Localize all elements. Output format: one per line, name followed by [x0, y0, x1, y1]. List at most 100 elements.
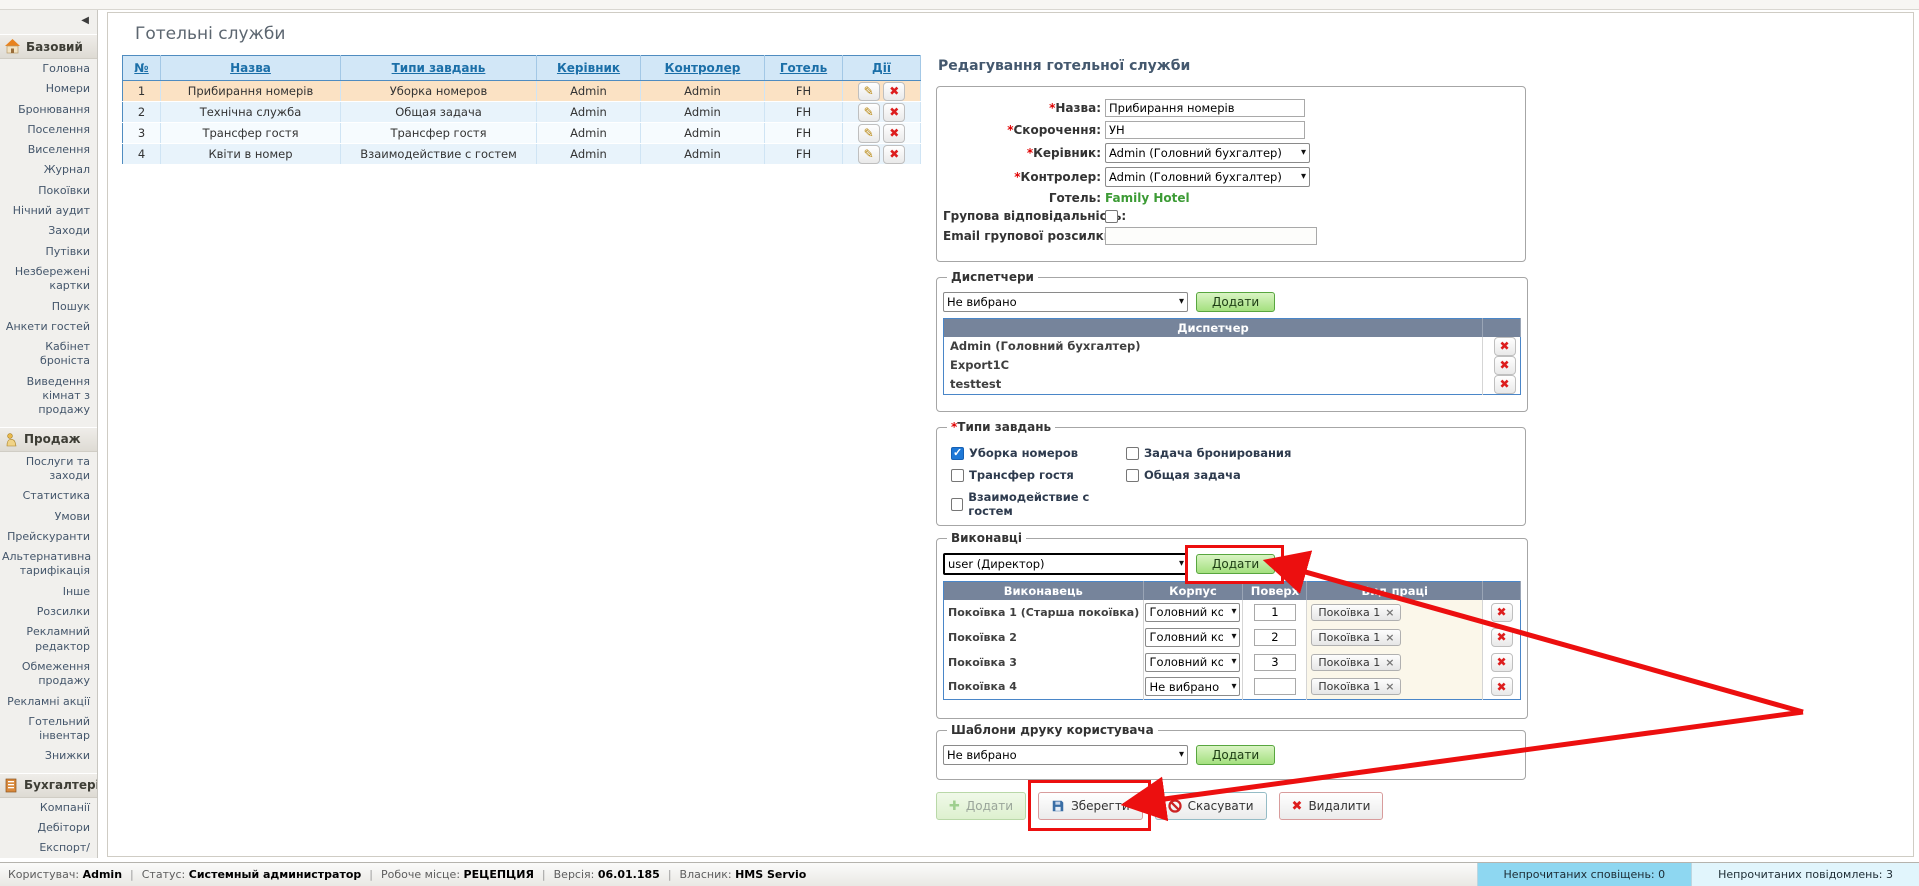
- sidebar-item-eksport-import[interactable]: Експорт/Імпорт рахунків: [0, 838, 97, 858]
- cancel-button[interactable]: Скасувати: [1155, 792, 1267, 820]
- sidebar-item-zakhody[interactable]: Заходи: [0, 221, 97, 241]
- sidebar-item-kabinet-bronista[interactable]: Кабінет броніста: [0, 337, 97, 372]
- sidebar-item-poslugy[interactable]: Послуги та заходи: [0, 452, 97, 487]
- sidebar-item-vyselennya[interactable]: Виселення: [0, 140, 97, 160]
- sidebar-item-bronyuvannya[interactable]: Бронювання: [0, 100, 97, 120]
- dispatcher-row[interactable]: Admin (Головний бухгалтер)✖: [944, 337, 1521, 356]
- dispatcher-row[interactable]: Export1C✖: [944, 356, 1521, 375]
- delete-icon[interactable]: ✖: [883, 103, 905, 122]
- delete-icon[interactable]: ✖: [883, 82, 905, 101]
- executor-select[interactable]: user (Директор): [943, 553, 1188, 575]
- sidebar-item-nichnyi-audyt[interactable]: Нічний аудит: [0, 201, 97, 221]
- sidebar-item-ankety-gostei[interactable]: Анкети гостей: [0, 317, 97, 337]
- sidebar-item-poselennya[interactable]: Поселення: [0, 120, 97, 140]
- delete-dispatcher-icon[interactable]: ✖: [1494, 337, 1516, 356]
- floor-field[interactable]: [1254, 604, 1296, 621]
- sidebar-item-pokoivky[interactable]: Покоївки: [0, 181, 97, 201]
- work-type-chip[interactable]: Покоївка 1×: [1311, 629, 1401, 646]
- floor-field[interactable]: [1254, 629, 1296, 646]
- unread-messages-badge[interactable]: Непрочитаних повідомлень: 3: [1691, 863, 1919, 886]
- sidebar-item-nomery[interactable]: Номери: [0, 79, 97, 99]
- sidebar-section-basic[interactable]: Базовий: [0, 34, 97, 59]
- corpus-select[interactable]: Головний корпус: [1145, 653, 1240, 672]
- sidebar-section-accounting[interactable]: Бухгалтерія: [0, 773, 97, 798]
- task-type-checkbox[interactable]: [951, 469, 964, 482]
- table-row[interactable]: 3 Трансфер гостя Трансфер гостя Admin Ad…: [123, 123, 921, 144]
- add-dispatcher-button[interactable]: Додати: [1196, 292, 1275, 312]
- sidebar-item-alt-taryfikatsiya[interactable]: Альтернативна тарифікація: [0, 547, 97, 582]
- controller-select[interactable]: Admin (Головний бухгалтер): [1105, 167, 1310, 187]
- sidebar-item-reklamni-aktsii[interactable]: Рекламні акції: [0, 692, 97, 712]
- save-button[interactable]: Зберегти: [1038, 792, 1143, 820]
- dispatcher-select[interactable]: Не вибрано: [943, 292, 1188, 312]
- corpus-select[interactable]: Не вибрано: [1145, 677, 1240, 696]
- unread-notifications-badge[interactable]: Непрочитаних сповіщень: 0: [1477, 863, 1692, 886]
- delete-executor-icon[interactable]: ✖: [1491, 677, 1513, 696]
- group-responsibility-checkbox[interactable]: [1105, 210, 1118, 223]
- sidebar-item-zhurnal[interactable]: Журнал: [0, 160, 97, 180]
- table-row[interactable]: 1 Прибирання номерів Уборка номеров Admi…: [123, 81, 921, 102]
- col-header-name[interactable]: Назва: [161, 56, 341, 81]
- sidebar-item-rozsylky[interactable]: Розсилки: [0, 602, 97, 622]
- abbreviation-field[interactable]: [1105, 121, 1305, 139]
- task-type-checkbox[interactable]: [951, 498, 963, 511]
- add-print-template-button[interactable]: Додати: [1196, 745, 1275, 765]
- sidebar-item-vyvedennya-kimnat[interactable]: Виведення кімнат з продажу: [0, 372, 97, 421]
- edit-icon[interactable]: ✎: [858, 124, 880, 143]
- sidebar-item-inshe[interactable]: Інше: [0, 582, 97, 602]
- chip-remove-icon[interactable]: ×: [1385, 606, 1394, 619]
- corpus-select[interactable]: Головний корпус: [1145, 603, 1240, 622]
- name-field[interactable]: [1105, 99, 1305, 117]
- sidebar-item-preiskuranty[interactable]: Прейскуранти: [0, 527, 97, 547]
- sidebar-item-putivky[interactable]: Путівки: [0, 242, 97, 262]
- floor-field[interactable]: [1254, 678, 1296, 695]
- sidebar-item-nezberezheni-kartky[interactable]: Незбережені картки: [0, 262, 97, 297]
- col-header-task-types[interactable]: Типи завдань: [341, 56, 537, 81]
- work-type-chip[interactable]: Покоївка 1×: [1311, 654, 1401, 671]
- table-row[interactable]: 2 Технічна служба Общая задача Admin Adm…: [123, 102, 921, 123]
- work-type-chip[interactable]: Покоївка 1×: [1311, 604, 1401, 621]
- sidebar-item-reklamnyi-redaktor[interactable]: Рекламний редактор: [0, 622, 97, 657]
- task-type-checkbox[interactable]: [1126, 469, 1139, 482]
- sidebar-item-obmezhennya-prodazhu[interactable]: Обмеження продажу: [0, 657, 97, 692]
- sidebar-section-sales[interactable]: Продаж: [0, 427, 97, 452]
- manager-select[interactable]: Admin (Головний бухгалтер): [1105, 143, 1310, 163]
- task-type-checkbox[interactable]: [951, 447, 964, 460]
- work-type-chip[interactable]: Покоївка 1×: [1311, 678, 1401, 695]
- table-row[interactable]: 4 Квіти в номер Взаимодействие с гостем …: [123, 144, 921, 165]
- sidebar-item-kompanii[interactable]: Компанії: [0, 798, 97, 818]
- sidebar-item-debitory[interactable]: Дебітори: [0, 818, 97, 838]
- chip-remove-icon[interactable]: ×: [1385, 680, 1394, 693]
- delete-executor-icon[interactable]: ✖: [1491, 653, 1513, 672]
- col-header-controller[interactable]: Контролер: [641, 56, 765, 81]
- delete-button[interactable]: ✖ Видалити: [1279, 792, 1384, 820]
- chip-remove-icon[interactable]: ×: [1385, 631, 1394, 644]
- add-executor-button[interactable]: Додати: [1196, 554, 1275, 574]
- print-template-select[interactable]: Не вибрано: [943, 745, 1188, 765]
- sidebar-item-umovy[interactable]: Умови: [0, 507, 97, 527]
- floor-field[interactable]: [1254, 654, 1296, 671]
- col-header-num[interactable]: №: [123, 56, 161, 81]
- delete-executor-icon[interactable]: ✖: [1491, 603, 1513, 622]
- sidebar-item-poshuk[interactable]: Пошук: [0, 297, 97, 317]
- col-header-hotel[interactable]: Готель: [765, 56, 843, 81]
- sidebar-item-golovna[interactable]: Головна: [0, 59, 97, 79]
- edit-icon[interactable]: ✎: [858, 145, 880, 164]
- group-email-field[interactable]: [1105, 227, 1317, 245]
- delete-icon[interactable]: ✖: [883, 124, 905, 143]
- corpus-select[interactable]: Головний корпус: [1145, 628, 1240, 647]
- delete-icon[interactable]: ✖: [883, 145, 905, 164]
- sidebar-item-gotelnyi-inventar[interactable]: Готельний інвентар: [0, 712, 97, 747]
- chip-remove-icon[interactable]: ×: [1385, 656, 1394, 669]
- sidebar-collapse-icon[interactable]: ◀: [0, 10, 97, 28]
- dispatcher-row[interactable]: testtest✖: [944, 375, 1521, 395]
- sidebar-item-znyzhky[interactable]: Знижки: [0, 746, 97, 766]
- sidebar-item-statystyka[interactable]: Статистика: [0, 486, 97, 506]
- col-header-manager[interactable]: Керівник: [537, 56, 641, 81]
- delete-executor-icon[interactable]: ✖: [1491, 628, 1513, 647]
- edit-icon[interactable]: ✎: [858, 103, 880, 122]
- delete-dispatcher-icon[interactable]: ✖: [1494, 375, 1516, 394]
- edit-icon[interactable]: ✎: [858, 82, 880, 101]
- task-type-checkbox[interactable]: [1126, 447, 1139, 460]
- delete-dispatcher-icon[interactable]: ✖: [1494, 356, 1516, 375]
